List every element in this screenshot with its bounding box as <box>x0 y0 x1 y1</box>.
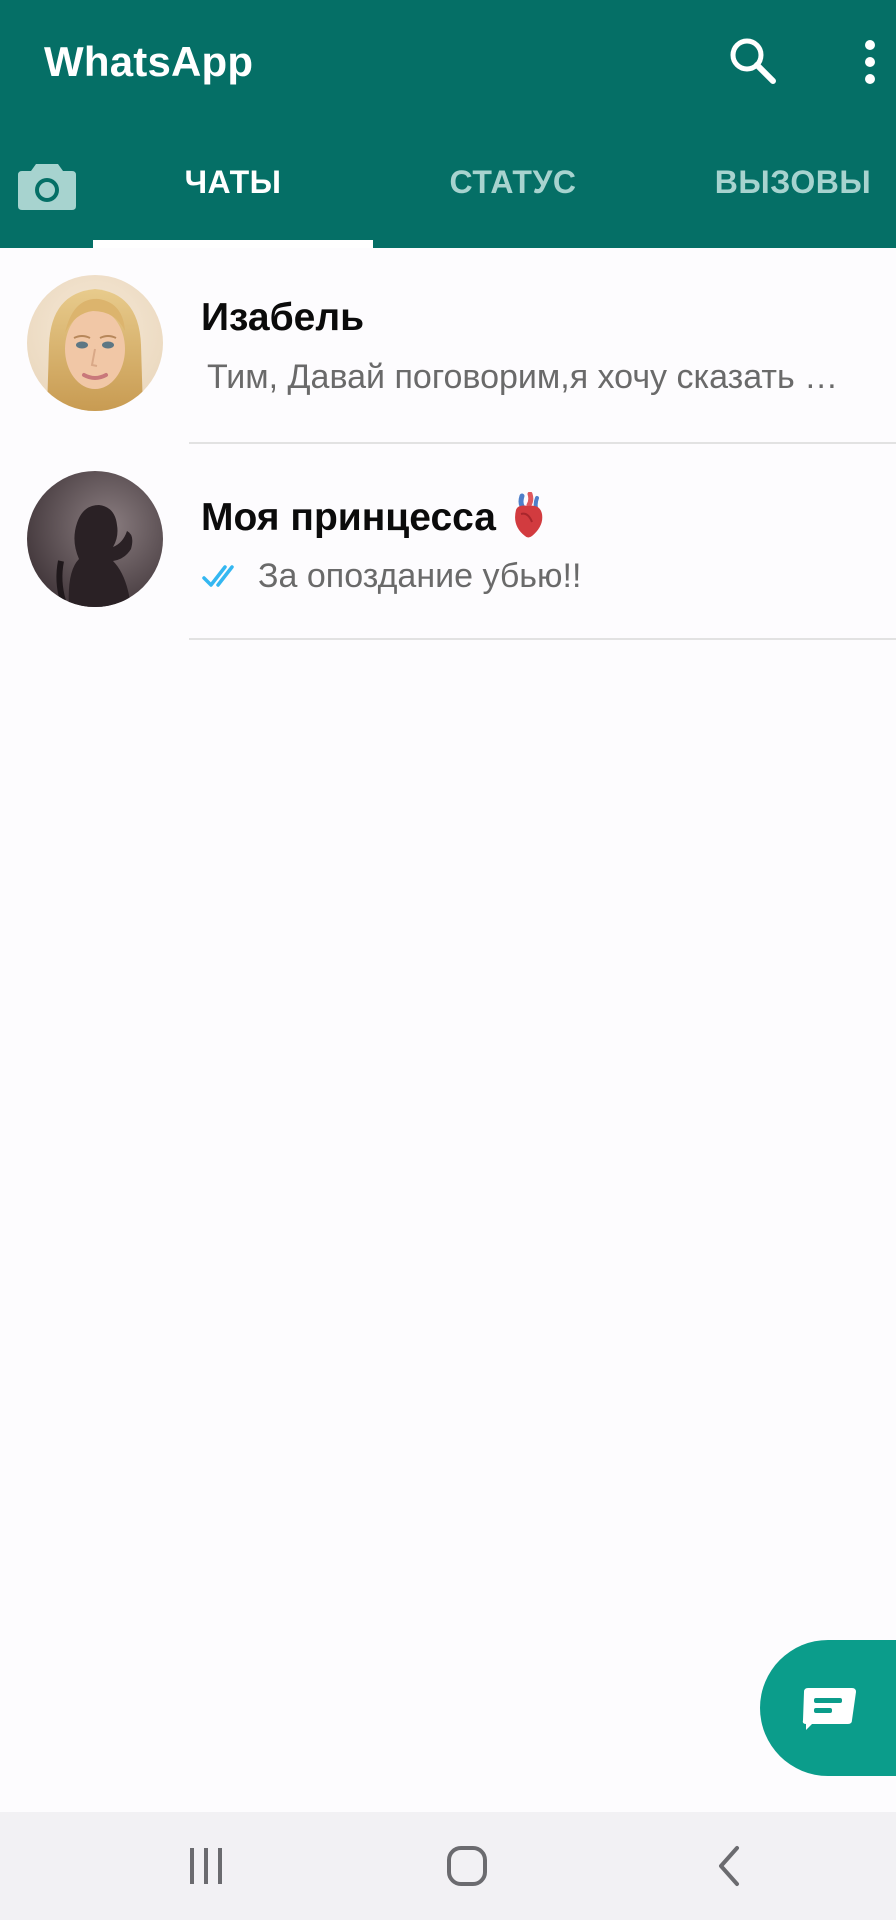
search-button[interactable] <box>722 30 786 94</box>
last-message-preview: Тим, Давай поговорим,я хочу сказать … <box>207 358 839 396</box>
tab-calls[interactable]: ВЫЗОВЫ <box>653 164 896 224</box>
avatar[interactable] <box>27 471 163 607</box>
last-message: За опоздание убью!! <box>201 554 581 598</box>
more-vertical-icon <box>865 40 875 84</box>
double-check-read-icon <box>202 565 234 587</box>
anatomical-heart-icon <box>515 492 543 538</box>
contact-name: Моя принцесса <box>201 492 548 540</box>
app-title: WhatsApp <box>44 38 254 85</box>
more-options-button[interactable] <box>852 36 892 88</box>
contact-name-text: Моя принцесса <box>201 496 496 539</box>
active-tab-indicator <box>93 240 373 248</box>
home-icon <box>447 1846 487 1886</box>
chat-row-izabel[interactable]: Изабель Тим, Давай поговорим,я хочу сказ… <box>0 248 896 444</box>
system-navigation-bar <box>0 1812 896 1920</box>
last-message-preview: За опоздание убью!! <box>258 556 582 595</box>
avatar[interactable] <box>27 275 163 411</box>
camera-icon <box>18 164 76 210</box>
whatsapp-app: WhatsApp ЧАТЫ СТАТУС ВЫЗОВЫ Изабель Тим,… <box>0 0 896 1920</box>
app-header: WhatsApp ЧАТЫ СТАТУС ВЫЗОВЫ <box>0 0 896 248</box>
tab-status[interactable]: СТАТУС <box>373 164 653 224</box>
new-chat-icon <box>802 1688 856 1730</box>
home-button[interactable] <box>407 1812 527 1920</box>
camera-tab[interactable] <box>14 156 80 216</box>
contact-photo <box>27 471 163 607</box>
contact-name: Изабель <box>201 296 365 339</box>
new-chat-button[interactable] <box>760 1640 896 1776</box>
back-button[interactable] <box>669 1812 789 1920</box>
contact-photo <box>27 275 163 411</box>
recent-apps-icon <box>190 1848 222 1884</box>
tab-chats[interactable]: ЧАТЫ <box>93 164 373 224</box>
back-icon <box>719 1846 739 1886</box>
recent-apps-button[interactable] <box>146 1812 266 1920</box>
search-icon <box>730 38 776 84</box>
row-divider <box>189 638 896 640</box>
chat-row-princess[interactable]: Моя принцесса За опоздание убью!! <box>0 444 896 640</box>
